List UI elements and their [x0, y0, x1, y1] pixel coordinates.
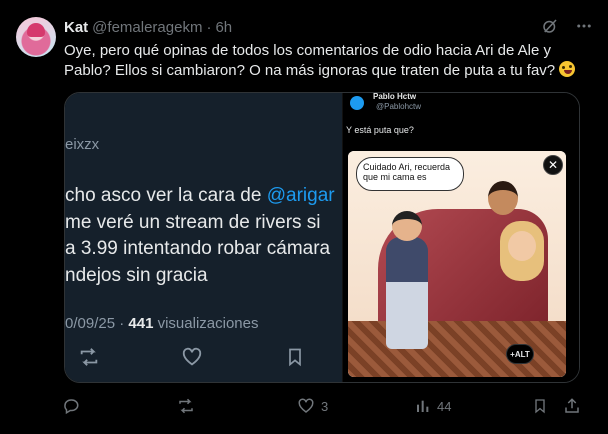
- close-icon[interactable]: ✕: [543, 155, 563, 175]
- quoted-meta: 0/09/25 · 441 visualizaciones: [65, 315, 258, 332]
- avatar[interactable]: [16, 17, 56, 57]
- media-right-screenshot[interactable]: Pablo Hctw @Pablohctw Y está puta que? C…: [342, 93, 579, 382]
- zany-face-emoji-icon: [559, 61, 576, 77]
- speech-bubble: Cuidado Ari, recuerda que mi cama es: [356, 157, 464, 191]
- grok-icon[interactable]: [540, 16, 560, 36]
- like-count: 3: [321, 398, 329, 414]
- meme-image[interactable]: Cuidado Ari, recuerda que mi cama es ✕: [348, 151, 566, 377]
- meme-woman-face: [508, 231, 536, 261]
- bookmark-icon: [532, 397, 548, 415]
- tweet-body: Oye, pero qué opinas de todos los coment…: [64, 42, 556, 79]
- like-button[interactable]: 3: [297, 397, 328, 415]
- reply-button[interactable]: [62, 397, 80, 415]
- bookmark-icon: [283, 345, 307, 369]
- reply-icon: [62, 397, 80, 415]
- more-options-icon[interactable]: [574, 16, 594, 36]
- separator: ·: [206, 18, 212, 36]
- views-button[interactable]: 44: [415, 398, 451, 414]
- quoted-user-avatar: [350, 96, 364, 110]
- tweet[interactable]: Kat @femaleragekm · 6h Oye, pero qué opi…: [0, 0, 608, 434]
- quoted-user-text: Y está puta que?: [346, 125, 414, 135]
- quoted-line-4: ndejos sin gracia: [65, 265, 208, 286]
- views-chart-icon: [415, 398, 431, 414]
- quoted-views-label: visualizaciones: [153, 315, 259, 332]
- share-icon: [563, 397, 581, 415]
- views-count: 44: [437, 398, 452, 414]
- heart-icon: [180, 345, 204, 369]
- alt-badge[interactable]: +ALT: [506, 344, 534, 364]
- quoted-user-name: Pablo Hctw: [373, 92, 417, 101]
- bookmark-button[interactable]: [532, 397, 548, 415]
- retweet-icon: [77, 345, 101, 369]
- share-button[interactable]: [563, 397, 581, 415]
- quoted-line-3: a 3.99 intentando robar cámara: [65, 238, 331, 259]
- quoted-line-1-text: cho asco ver la cara de: [65, 185, 267, 206]
- meme-man-head: [488, 181, 518, 215]
- author-name[interactable]: Kat: [64, 19, 88, 36]
- quoted-user-handle: @Pablohctw: [376, 102, 422, 111]
- quoted-media[interactable]: eixzx cho asco ver la cara de @arigar me…: [64, 92, 580, 383]
- media-left-screenshot[interactable]: eixzx cho asco ver la cara de @arigar me…: [65, 93, 342, 382]
- meme-guy-body: [386, 237, 428, 349]
- quoted-line-1: cho asco ver la cara de @arigar: [65, 185, 335, 207]
- repost-button[interactable]: [177, 397, 195, 415]
- like-icon: [297, 397, 315, 415]
- quoted-handle-fragment: eixzx: [65, 136, 100, 153]
- quoted-mention: @arigar: [266, 185, 335, 206]
- tweet-header: Kat @femaleragekm · 6h: [64, 18, 232, 36]
- tweet-actions: 3 44: [60, 396, 584, 416]
- repost-icon: [177, 397, 195, 415]
- quoted-line-2: me veré un stream de rivers si: [65, 212, 321, 233]
- tweet-text: Oye, pero qué opinas de todos los coment…: [64, 41, 594, 81]
- author-handle[interactable]: @femaleragekm: [92, 19, 202, 36]
- meme-floor: [348, 321, 566, 377]
- quoted-views-count: 441: [128, 315, 154, 332]
- meme-guy-head: [392, 211, 422, 241]
- timestamp[interactable]: 6h: [215, 19, 232, 36]
- quoted-actions: [77, 345, 307, 369]
- header-actions: [540, 16, 594, 36]
- quoted-date: 0/09/25 ·: [65, 315, 129, 332]
